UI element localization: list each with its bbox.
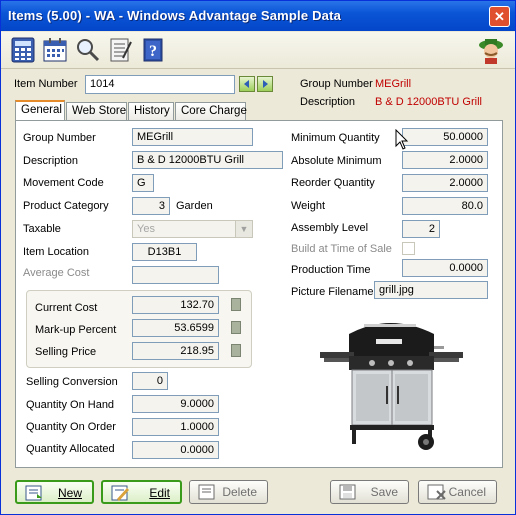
help-book-icon[interactable]: ?	[139, 36, 167, 64]
grill-picture-image	[314, 306, 467, 459]
group-number-label: Group Number	[23, 132, 96, 144]
previous-item-button[interactable]	[239, 76, 255, 92]
tab-web-store[interactable]: Web Store	[66, 102, 127, 120]
selling-price-field[interactable]: 218.95	[132, 342, 219, 360]
header-group-number-label: Group Number	[300, 78, 373, 90]
new-document-icon	[25, 485, 42, 501]
arrow-left-icon	[244, 80, 249, 88]
edit-button-label: Edit	[149, 486, 170, 500]
assembly-level-field[interactable]: 2	[402, 220, 440, 238]
cancel-document-icon	[427, 484, 446, 500]
movement-code-field[interactable]: G	[132, 174, 154, 192]
new-button-label: New	[57, 486, 82, 500]
item-location-field[interactable]: D13B1	[132, 243, 197, 261]
description-field[interactable]: B & D 12000BTU Grill	[132, 151, 283, 169]
quantity-allocated-field[interactable]: 0.0000	[132, 441, 219, 459]
picture-filename-label: Picture Filename	[291, 286, 374, 298]
product-category-label: Product Category	[23, 200, 109, 212]
chevron-down-icon[interactable]: ▼	[235, 221, 252, 237]
delete-document-icon	[198, 484, 215, 500]
weight-field[interactable]: 80.0	[402, 197, 488, 215]
product-category-name: Garden	[176, 200, 213, 212]
markup-percent-label: Mark-up Percent	[35, 324, 117, 336]
movement-code-label: Movement Code	[23, 177, 104, 189]
taxable-select[interactable]: Yes ▼	[132, 220, 253, 238]
build-at-time-of-sale-checkbox[interactable]	[402, 242, 415, 255]
picture-filename-field[interactable]: grill.jpg	[374, 281, 488, 299]
item-number-input[interactable]: 1014	[85, 75, 235, 94]
save-button[interactable]: Save	[330, 480, 409, 504]
header-group-number-value: MEGrill	[375, 78, 412, 90]
window-title: Items (5.00) - WA - Windows Advantage Sa…	[8, 8, 342, 23]
quantity-on-hand-label: Quantity On Hand	[26, 399, 115, 411]
weight-label: Weight	[291, 200, 326, 212]
minimum-quantity-label: Minimum Quantity	[291, 132, 380, 144]
edit-document-icon	[111, 485, 129, 501]
calculator-icon[interactable]	[9, 36, 37, 64]
calculator-icon[interactable]	[231, 298, 241, 311]
new-button[interactable]: New	[15, 480, 94, 504]
absolute-minimum-label: Absolute Minimum	[291, 155, 382, 167]
tab-history[interactable]: History	[128, 102, 174, 120]
tab-core-charge[interactable]: Core Charge	[175, 102, 247, 120]
checklist-icon[interactable]	[106, 36, 134, 64]
quantity-on-hand-field[interactable]: 9.0000	[132, 395, 219, 413]
minimum-quantity-field[interactable]: 50.0000	[402, 128, 488, 146]
header-description-value: B & D 12000BTU Grill	[375, 96, 482, 108]
title-bar: Items (5.00) - WA - Windows Advantage Sa…	[1, 1, 515, 31]
arrow-right-icon	[263, 80, 268, 88]
save-disk-icon	[339, 484, 356, 500]
taxable-label: Taxable	[23, 223, 61, 235]
selling-conversion-field[interactable]: 0	[132, 372, 168, 390]
selling-conversion-label: Selling Conversion	[26, 376, 118, 388]
close-button[interactable]: ✕	[489, 6, 510, 27]
current-cost-field[interactable]: 132.70	[132, 296, 219, 314]
quantity-on-order-field[interactable]: 1.0000	[132, 418, 219, 436]
product-category-field[interactable]: 3	[132, 197, 170, 215]
save-button-label: Save	[370, 485, 398, 499]
taxable-value: Yes	[137, 223, 155, 235]
cancel-button-label: Cancel	[448, 485, 486, 499]
quantity-on-order-label: Quantity On Order	[26, 421, 116, 433]
build-at-time-of-sale-label: Build at Time of Sale	[291, 243, 392, 255]
item-location-label: Item Location	[23, 246, 90, 258]
svg-text:?: ?	[149, 43, 157, 60]
markup-percent-field[interactable]: 53.6599	[132, 319, 219, 337]
average-cost-label: Average Cost	[23, 267, 90, 279]
edit-button[interactable]: Edit	[101, 480, 182, 504]
calculator-icon[interactable]	[231, 321, 241, 334]
header-description-label: Description	[300, 96, 356, 108]
next-item-button[interactable]	[257, 76, 273, 92]
cancel-button[interactable]: Cancel	[418, 480, 497, 504]
calculator-icon[interactable]	[231, 344, 241, 357]
tab-general[interactable]: General	[15, 100, 65, 120]
search-icon[interactable]	[74, 36, 102, 64]
production-time-label: Production Time	[291, 264, 371, 276]
description-label: Description	[23, 155, 79, 167]
mouse-cursor-icon	[395, 129, 409, 150]
current-cost-label: Current Cost	[35, 302, 98, 314]
reorder-quantity-label: Reorder Quantity	[291, 177, 375, 189]
average-cost-field[interactable]	[132, 266, 219, 284]
item-number-label: Item Number	[14, 78, 78, 90]
reorder-quantity-field[interactable]: 2.0000	[402, 174, 488, 192]
toolbar: ?	[1, 32, 515, 69]
calendar-icon[interactable]	[41, 36, 69, 64]
production-time-field[interactable]: 0.0000	[402, 259, 488, 277]
mascot-logo-icon	[479, 39, 503, 64]
selling-price-label: Selling Price	[35, 346, 97, 358]
items-window: Items (5.00) - WA - Windows Advantage Sa…	[0, 0, 516, 515]
quantity-allocated-label: Quantity Allocated	[26, 443, 115, 455]
delete-button[interactable]: Delete	[189, 480, 268, 504]
delete-button-label: Delete	[222, 485, 257, 499]
group-number-field[interactable]: MEGrill	[132, 128, 253, 146]
assembly-level-label: Assembly Level	[291, 222, 369, 234]
absolute-minimum-field[interactable]: 2.0000	[402, 151, 488, 169]
